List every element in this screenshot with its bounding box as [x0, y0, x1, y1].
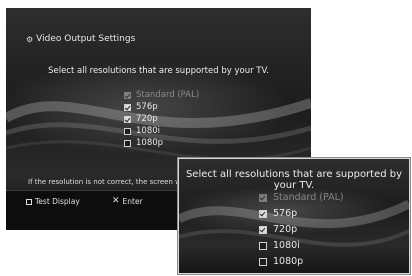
- option-label: 720p: [273, 224, 298, 235]
- option-standard-pal: Standard (PAL): [124, 90, 199, 100]
- checkbox-1080p[interactable]: [259, 257, 267, 266]
- option-720p[interactable]: 720p: [124, 114, 158, 124]
- option-label: Standard (PAL): [273, 192, 344, 203]
- option-1080p[interactable]: 1080p: [259, 256, 303, 267]
- checkbox-720p[interactable]: [124, 115, 131, 123]
- option-576p[interactable]: 576p: [124, 102, 158, 112]
- checkbox-1080p[interactable]: [124, 139, 131, 147]
- zoomed-inset: Select all resolutions that are supporte…: [178, 158, 410, 274]
- screen-title: Video Output Settings: [36, 34, 136, 44]
- instruction-text: Select all resolutions that are supporte…: [185, 169, 403, 191]
- screen-header: ⚙ Video Output Settings: [26, 34, 135, 44]
- option-720p[interactable]: 720p: [259, 224, 297, 235]
- checkbox-1080i[interactable]: [259, 241, 267, 250]
- option-label: 576p: [273, 208, 298, 219]
- test-display-button[interactable]: Test Display: [26, 197, 80, 206]
- instruction-text: Select all resolutions that are supporte…: [48, 66, 269, 76]
- square-button-icon: [26, 198, 32, 205]
- enter-button[interactable]: ✕ Enter: [112, 196, 143, 207]
- option-label: Standard (PAL): [136, 90, 200, 100]
- checkbox-720p[interactable]: [259, 225, 267, 234]
- option-1080i[interactable]: 1080i: [124, 126, 160, 136]
- option-label: 1080i: [273, 240, 300, 251]
- option-label: 1080i: [136, 126, 160, 136]
- option-576p[interactable]: 576p: [259, 208, 297, 219]
- option-label: 576p: [136, 102, 158, 112]
- option-label: 720p: [136, 114, 158, 124]
- resolution-note: If the resolution is not correct, the sc…: [28, 178, 185, 186]
- checkbox-576p[interactable]: [259, 209, 267, 218]
- checkbox-1080i[interactable]: [124, 127, 131, 135]
- option-1080i[interactable]: 1080i: [259, 240, 300, 251]
- option-label: 1080p: [273, 256, 304, 267]
- option-1080p[interactable]: 1080p: [124, 138, 163, 148]
- enter-label: Enter: [122, 197, 143, 206]
- test-display-label: Test Display: [35, 197, 80, 206]
- cross-button-icon: ✕: [112, 196, 120, 206]
- checkbox-standard-pal: [124, 91, 131, 99]
- option-standard-pal: Standard (PAL): [259, 192, 344, 203]
- checkbox-standard-pal: [259, 193, 267, 202]
- settings-icon: ⚙: [26, 34, 34, 44]
- option-label: 1080p: [136, 138, 164, 148]
- checkbox-576p[interactable]: [124, 103, 131, 111]
